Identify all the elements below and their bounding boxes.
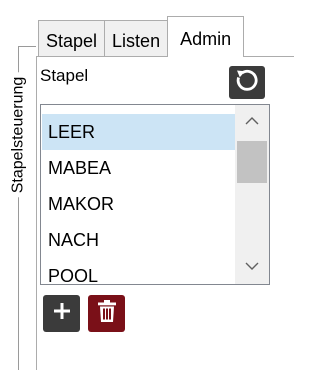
group-label: Stapelsteuerung xyxy=(9,72,27,198)
list-scrollbar[interactable] xyxy=(235,105,269,284)
list-item-pool[interactable]: POOL xyxy=(42,258,235,284)
add-button[interactable] xyxy=(43,295,80,332)
list-item-leer[interactable]: LEER xyxy=(42,114,235,150)
list-item-nach[interactable]: NACH xyxy=(42,222,235,258)
delete-button[interactable] xyxy=(88,295,125,332)
refresh-button[interactable] xyxy=(229,66,265,99)
tab-listen[interactable]: Listen xyxy=(104,20,169,56)
chevron-up-icon xyxy=(245,113,259,131)
tab-stapel[interactable]: Stapel xyxy=(38,20,106,56)
plus-icon xyxy=(53,302,71,325)
list-item-mabea[interactable]: MABEA xyxy=(42,150,235,186)
chevron-down-icon xyxy=(245,258,259,276)
tab-panel-left-border xyxy=(36,56,37,370)
trash-icon xyxy=(96,299,118,328)
tab-strip: Stapel Listen Admin xyxy=(38,16,245,57)
scroll-up-button[interactable] xyxy=(235,105,269,139)
stapel-listbox[interactable]: LEER MABEA MAKOR NACH POOL xyxy=(40,104,270,285)
tab-admin[interactable]: Admin xyxy=(167,16,245,57)
group-label-container: Stapelsteuerung xyxy=(6,60,30,210)
scroll-down-button[interactable] xyxy=(235,250,269,284)
refresh-icon xyxy=(234,67,260,98)
scroll-thumb[interactable] xyxy=(237,141,267,183)
group-frame-top xyxy=(18,46,36,47)
list-item-makor[interactable]: MAKOR xyxy=(42,186,235,222)
stapel-label: Stapel xyxy=(40,66,89,85)
tab-panel-top-border xyxy=(36,56,294,57)
